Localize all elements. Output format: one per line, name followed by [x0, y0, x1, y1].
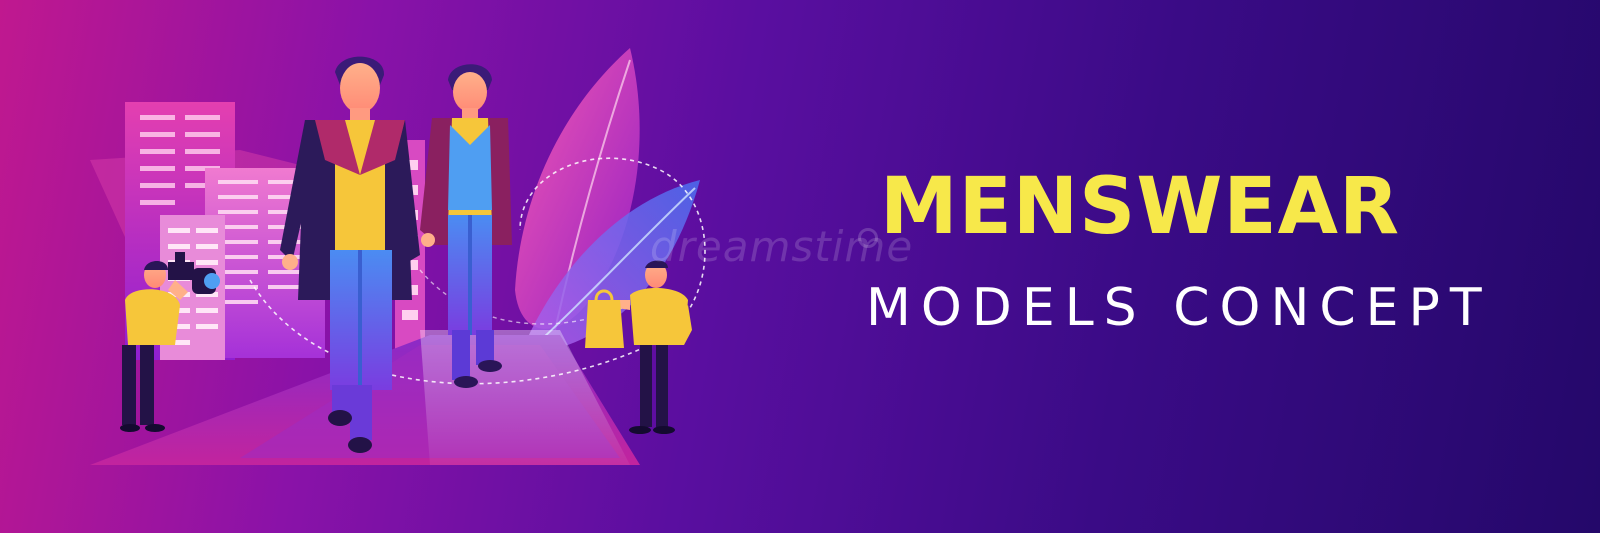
menswear-illustration — [90, 48, 706, 465]
watermark-icon — [858, 228, 878, 248]
subheadline: MODELS CONCEPT — [866, 278, 1492, 338]
spotlight — [420, 330, 630, 465]
headline: MENSWEAR — [880, 162, 1401, 252]
hero-banner: dreamstime MENSWEAR MODELS CONCEPT — [0, 0, 1600, 533]
